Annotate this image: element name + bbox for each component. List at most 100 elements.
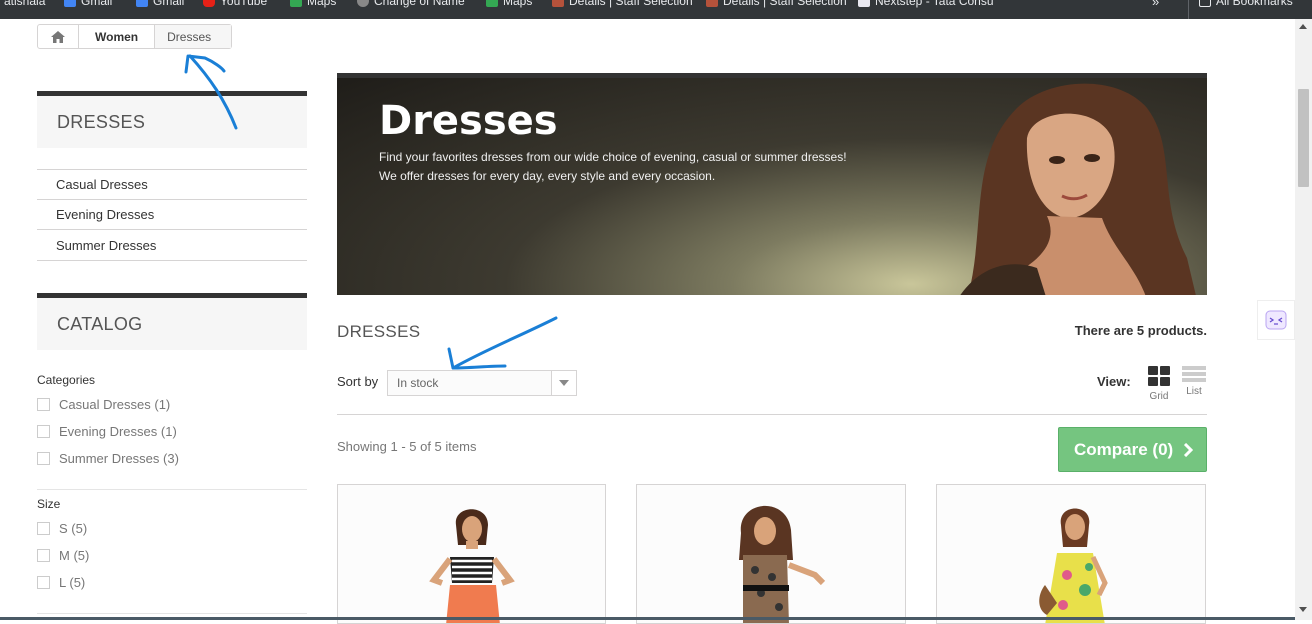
bookmark-item[interactable]: YouTube	[203, 0, 267, 8]
checkbox-icon[interactable]	[37, 549, 50, 562]
checkbox-icon[interactable]	[37, 425, 50, 438]
gmail-icon	[64, 0, 76, 7]
banner-description-line2: We offer dresses for every day, every st…	[379, 169, 716, 183]
filter-option-label: Evening Dresses (1)	[59, 424, 177, 439]
chat-widget[interactable]	[1257, 300, 1295, 340]
filter-divider	[37, 489, 307, 490]
folder-icon	[1199, 0, 1211, 7]
subcategory-list: Casual Dresses Evening Dresses Summer Dr…	[37, 169, 307, 261]
banner-model-image	[960, 83, 1196, 295]
bookmark-item[interactable]: Details | Staff Selection	[706, 0, 847, 8]
page-scrollbar[interactable]	[1295, 19, 1312, 620]
banner-title: Dresses	[379, 98, 558, 144]
globe-icon	[357, 0, 369, 7]
scroll-down-icon[interactable]	[1299, 607, 1307, 612]
scroll-up-icon[interactable]	[1299, 24, 1307, 29]
breadcrumb-label: Women	[95, 29, 139, 44]
product-card[interactable]	[337, 484, 606, 624]
product-card[interactable]	[636, 484, 906, 624]
breadcrumb: Women Dresses	[37, 24, 232, 49]
subcategory-summer[interactable]: Summer Dresses	[37, 229, 307, 261]
filter-option-label: M (5)	[59, 548, 90, 563]
breadcrumb-home[interactable]	[38, 25, 79, 48]
gmail-icon	[136, 0, 148, 7]
filter-size-l[interactable]: L (5)	[37, 575, 85, 590]
breadcrumb-women[interactable]: Women	[79, 25, 154, 48]
chevron-down-icon[interactable]	[551, 371, 576, 395]
bookmark-item[interactable]: Maps	[290, 0, 336, 8]
grid-view-button[interactable]: Grid	[1146, 366, 1172, 402]
list-view-label: List	[1186, 386, 1202, 397]
maps-icon	[486, 0, 498, 7]
sort-selected-value: In stock	[397, 376, 439, 390]
bookmark-label: Change of Name	[374, 0, 465, 8]
compare-label: Compare (0)	[1074, 439, 1174, 459]
list-view-button[interactable]: List	[1181, 366, 1207, 397]
maps-icon	[290, 0, 302, 7]
grid-view-icon	[1148, 366, 1170, 386]
sort-label: Sort by	[337, 374, 379, 389]
filter-size-s[interactable]: S (5)	[37, 521, 87, 536]
bookmark-label: Details | Staff Selection	[723, 0, 847, 8]
annotation-arrow-sort	[447, 316, 558, 370]
product-card[interactable]	[936, 484, 1206, 624]
product-image	[338, 485, 605, 623]
filter-divider	[37, 613, 307, 614]
bookmarks-overflow-icon[interactable]: »	[1152, 0, 1159, 9]
dresses-block-title: DRESSES	[37, 91, 307, 148]
catalog-block-title: CATALOG	[37, 293, 307, 350]
product-image	[937, 485, 1205, 623]
filter-evening-dresses[interactable]: Evening Dresses (1)	[37, 424, 177, 439]
bookmark-label: Details | Staff Selection	[569, 0, 693, 8]
filter-option-label: Casual Dresses (1)	[59, 397, 171, 412]
chevron-right-icon	[1184, 442, 1194, 457]
all-bookmarks[interactable]: All Bookmarks	[1199, 0, 1293, 8]
bookmarks-bar: atishala Gmail Gmail YouTube Maps Change…	[0, 0, 1312, 19]
breadcrumb-dresses: Dresses	[154, 25, 231, 48]
subcategory-casual[interactable]: Casual Dresses	[37, 169, 307, 199]
filter-size-m[interactable]: M (5)	[37, 548, 89, 563]
bookmark-item[interactable]: Maps	[486, 0, 532, 8]
bookmark-label: Maps	[503, 0, 533, 8]
bookmark-item[interactable]: atishala	[4, 0, 45, 8]
chat-icon	[1265, 310, 1287, 330]
filter-option-label: L (5)	[59, 575, 86, 590]
checkbox-icon[interactable]	[37, 576, 50, 589]
checkbox-icon[interactable]	[37, 452, 50, 465]
categories-filter-label: Categories	[37, 373, 96, 387]
site-icon	[706, 0, 718, 7]
bookmark-label: Gmail	[81, 0, 113, 8]
checkbox-icon[interactable]	[37, 398, 50, 411]
block-title-text: DRESSES	[57, 112, 146, 132]
breadcrumb-label: Dresses	[167, 29, 212, 44]
tcs-icon	[858, 0, 870, 7]
sort-select[interactable]: In stock	[387, 370, 577, 396]
view-label: View:	[1097, 374, 1131, 389]
listing-divider	[337, 414, 1207, 415]
subcategory-label: Summer Dresses	[56, 237, 157, 253]
bookmark-item[interactable]: Gmail	[136, 0, 184, 8]
home-icon	[51, 30, 65, 43]
bookmark-label: Maps	[307, 0, 337, 8]
compare-button[interactable]: Compare (0)	[1058, 427, 1207, 472]
filter-summer-dresses[interactable]: Summer Dresses (3)	[37, 451, 179, 466]
bookmark-item[interactable]: Nextstep - Tata Consu	[858, 0, 994, 8]
bookmark-label: Gmail	[153, 0, 185, 8]
scroll-thumb[interactable]	[1298, 89, 1309, 187]
grid-view-label: Grid	[1149, 391, 1169, 402]
category-banner: Dresses Find your favorites dresses from…	[337, 73, 1207, 295]
size-filter-label: Size	[37, 497, 61, 511]
product-count: There are 5 products.	[1074, 323, 1207, 338]
bookmark-label: atishala	[4, 0, 46, 8]
bookmark-item[interactable]: Change of Name	[357, 0, 465, 8]
filter-option-label: Summer Dresses (3)	[59, 451, 179, 466]
product-image	[637, 485, 905, 623]
filter-casual-dresses[interactable]: Casual Dresses (1)	[37, 397, 170, 412]
bookmark-label: All Bookmarks	[1216, 0, 1293, 8]
bookmark-item[interactable]: Details | Staff Selection	[552, 0, 693, 8]
banner-description-line1: Find your favorites dresses from our wid…	[379, 150, 847, 164]
checkbox-icon[interactable]	[37, 522, 50, 535]
bookmark-item[interactable]: Gmail	[64, 0, 112, 8]
subcategory-evening[interactable]: Evening Dresses	[37, 199, 307, 229]
block-title-text: CATALOG	[57, 314, 143, 334]
